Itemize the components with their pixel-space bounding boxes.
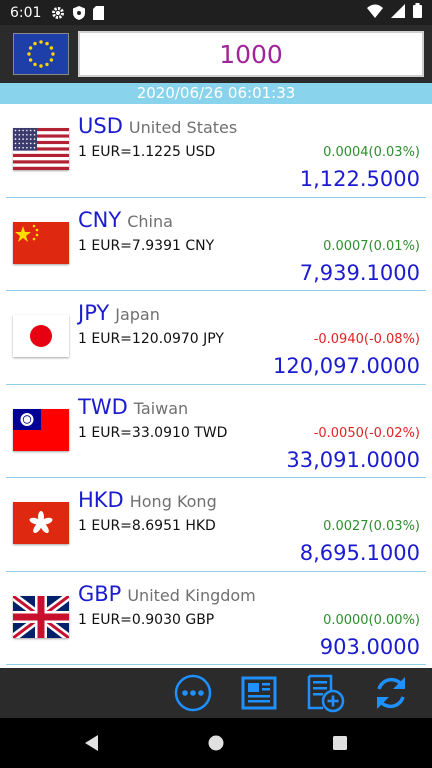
rate-change: -0.0940(-0.08%) [313, 332, 420, 347]
currency-code: USD [78, 114, 123, 138]
converted-value: 7,939.1000 [299, 260, 420, 285]
gb-flag-icon [13, 595, 69, 638]
rate-change: 0.0007(0.01%) [323, 238, 420, 254]
system-nav-bar [0, 718, 432, 768]
currency-code: GBP [78, 581, 122, 606]
currency-code: HKD [78, 488, 124, 512]
currency-code: TWD [78, 394, 128, 419]
rate-change: 0.0000(0.00%) [323, 612, 420, 628]
tw-flag-icon [13, 408, 69, 451]
currency-name: United States [128, 118, 238, 137]
currency-row-gbp[interactable]: GBP United Kingdom 1 EUR=0.9030 GBP 0.000… [6, 572, 426, 665]
jp-flag-icon [13, 315, 69, 357]
amount-input[interactable]: 1000 [78, 31, 424, 77]
wifi-icon [367, 4, 383, 22]
exchange-rate: 1 EUR=8.6951 HKD [78, 518, 216, 534]
back-icon[interactable] [80, 731, 104, 755]
news-icon[interactable] [239, 673, 279, 713]
exchange-rate: 1 EUR=1.1225 USD [78, 144, 216, 160]
status-bar: 6:01 [0, 0, 432, 25]
hk-flag-icon [13, 502, 69, 544]
converted-value: 33,091.0000 [286, 447, 420, 472]
more-icon[interactable] [173, 673, 213, 713]
exchange-rate: 1 EUR=0.9030 GBP [78, 611, 215, 628]
rate-change: 0.0004(0.03%) [323, 145, 420, 160]
us-flag-icon [13, 128, 69, 170]
converted-value: 1,122.5000 [299, 167, 420, 191]
exchange-rate: 1 EUR=33.0910 TWD [78, 424, 228, 441]
currency-name: United Kingdom [127, 585, 256, 605]
currency-name: China [127, 211, 173, 231]
cn-flag-icon [13, 221, 69, 264]
currency-row-cny[interactable]: CNY China 1 EUR=7.9391 CNY 0.0007(0.01%) … [6, 198, 426, 291]
converted-value: 903.0000 [319, 634, 420, 659]
sd-card-icon [93, 5, 105, 20]
refresh-icon[interactable] [371, 673, 411, 713]
base-currency-flag[interactable] [13, 33, 69, 75]
currency-row-jpy[interactable]: JPY Japan 1 EUR=120.0970 JPY -0.0940(-0.0… [6, 291, 426, 385]
currency-row-twd[interactable]: TWD Taiwan 1 EUR=33.0910 TWD -0.0050(-0.0… [6, 385, 426, 478]
converted-value: 8,695.1000 [299, 541, 420, 565]
converted-value: 120,097.0000 [273, 354, 420, 378]
currency-code: JPY [78, 301, 110, 325]
status-time: 6:01 [10, 4, 42, 21]
exchange-rate: 1 EUR=7.9391 CNY [78, 237, 215, 254]
shield-icon [73, 5, 86, 20]
rate-change: 0.0027(0.03%) [323, 519, 420, 534]
exchange-rate: 1 EUR=120.0970 JPY [78, 331, 224, 347]
bottom-toolbar [0, 668, 432, 718]
currency-row-usd[interactable]: USD United States 1 EUR=1.1225 USD 0.0004… [6, 104, 426, 198]
add-currency-icon[interactable] [305, 673, 345, 713]
recents-icon[interactable] [328, 731, 352, 755]
currency-name: Hong Kong [129, 492, 217, 511]
currency-code: CNY [78, 207, 122, 232]
battery-icon [413, 3, 422, 22]
currency-list: USD United States 1 EUR=1.1225 USD 0.0004… [0, 104, 432, 666]
currency-name: Japan [115, 305, 160, 324]
rate-change: -0.0050(-0.02%) [313, 425, 420, 441]
currency-name: Taiwan [133, 398, 189, 418]
cell-signal-icon [391, 3, 405, 22]
rate-timestamp: 2020/06/26 06:01:33 [0, 83, 432, 104]
converter-header: 1000 [0, 25, 432, 83]
home-icon[interactable] [204, 731, 228, 755]
gear-icon [51, 6, 65, 20]
currency-row-hkd[interactable]: HKD Hong Kong 1 EUR=8.6951 HKD 0.0027(0.0… [6, 478, 426, 572]
